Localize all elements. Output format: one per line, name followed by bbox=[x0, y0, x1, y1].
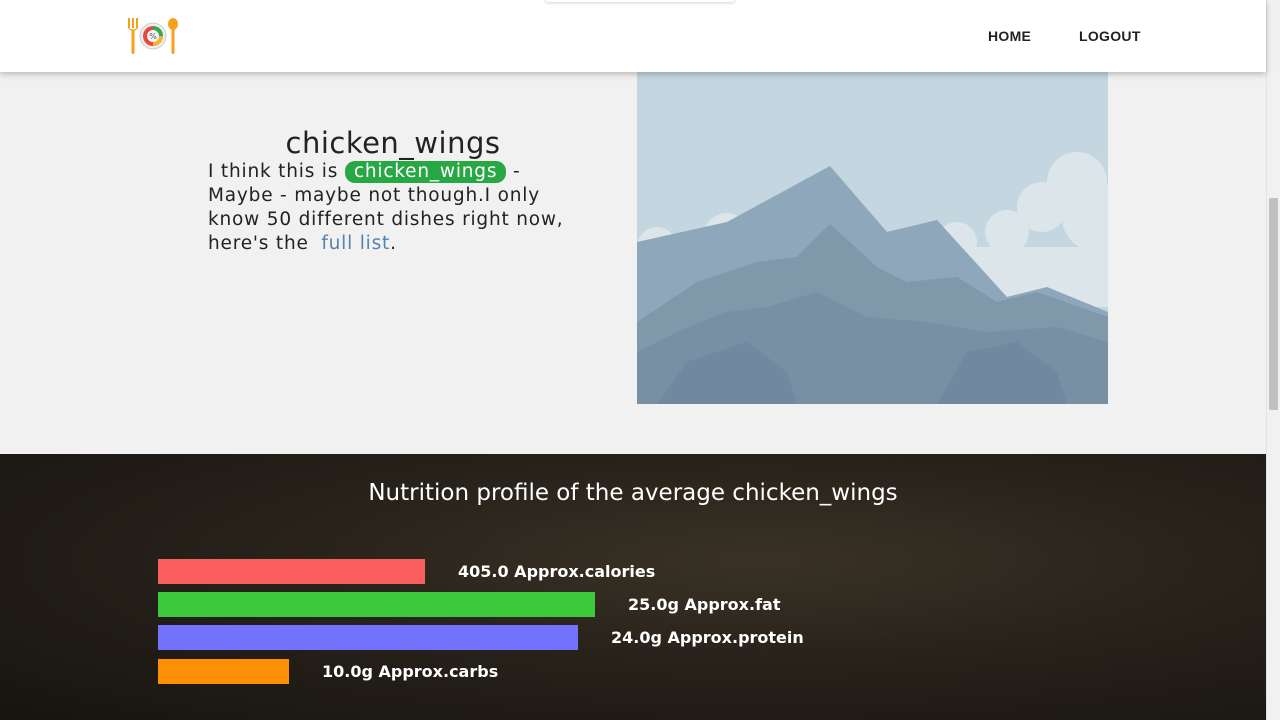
fat-bar bbox=[158, 592, 595, 617]
header-tab-shape bbox=[545, 0, 735, 2]
description-suffix: . bbox=[390, 233, 397, 254]
nutrition-section: Nutrition profile of the average chicken… bbox=[0, 454, 1266, 720]
description-prefix: I think this is bbox=[208, 161, 339, 182]
top-header: % HOME LOGOUT bbox=[0, 0, 1266, 72]
calories-label: 405.0 Approx.calories bbox=[458, 562, 656, 581]
protein-label: 24.0g Approx.protein bbox=[611, 628, 804, 647]
plate-fork-spoon-logo-icon[interactable]: % bbox=[126, 16, 180, 56]
protein-bar bbox=[158, 625, 578, 650]
full-list-link[interactable]: full list bbox=[321, 233, 390, 254]
prediction-description: I think this is chicken_wings - Maybe - … bbox=[208, 160, 588, 256]
scrollbar-thumb[interactable] bbox=[1269, 198, 1278, 410]
dish-title: chicken_wings bbox=[285, 126, 501, 160]
carbs-label: 10.0g Approx.carbs bbox=[322, 662, 499, 681]
nav-logout-link[interactable]: LOGOUT bbox=[1079, 28, 1141, 44]
mountain-placeholder-image-icon bbox=[637, 72, 1108, 404]
carbs-bar bbox=[158, 659, 289, 684]
page-scrollbar[interactable] bbox=[1266, 0, 1280, 720]
calories-bar bbox=[158, 559, 425, 584]
nutrition-title: Nutrition profile of the average chicken… bbox=[368, 480, 898, 506]
svg-text:%: % bbox=[149, 32, 157, 41]
nav-home-link[interactable]: HOME bbox=[988, 28, 1031, 44]
fat-label: 25.0g Approx.fat bbox=[628, 595, 781, 614]
prediction-badge: chicken_wings bbox=[344, 161, 507, 183]
